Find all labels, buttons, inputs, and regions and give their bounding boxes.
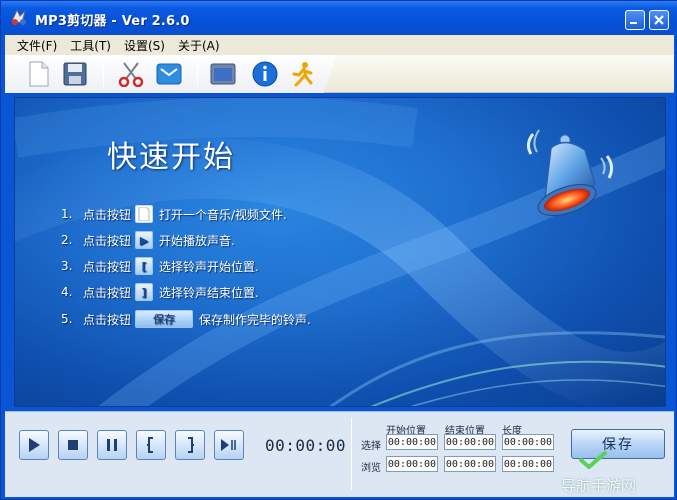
start-bracket-icon: [ <box>135 257 154 275</box>
step-description: 选择铃声开始位置. <box>159 259 259 274</box>
select-end-field[interactable]: 00:00:00 <box>444 434 496 450</box>
toolbar-separator <box>103 61 104 87</box>
step-prefix: 点击按钮 <box>83 312 132 327</box>
exit-button[interactable] <box>289 60 317 88</box>
step-prefix: 点击按钮 <box>83 233 132 248</box>
step-number: 5. <box>61 312 73 326</box>
step-description: 开始播放声音. <box>159 233 235 248</box>
menu-file[interactable]: 文件(F) <box>17 37 57 54</box>
minimize-icon <box>630 22 637 24</box>
save-sample-button: 保存 <box>135 310 194 328</box>
toolbar <box>5 55 674 93</box>
save-file-button[interactable] <box>61 60 89 88</box>
play-icon <box>29 438 40 452</box>
step-number: 4. <box>61 285 73 299</box>
menu-tools[interactable]: 工具(T) <box>70 37 111 54</box>
new-file-icon <box>29 61 49 87</box>
new-file-button[interactable] <box>25 60 53 88</box>
pause-icon <box>107 439 117 451</box>
play-selection-button[interactable] <box>214 430 244 460</box>
row-label-browse: 浏览 <box>361 463 381 474</box>
time-display: 00:00:00 <box>265 436 347 455</box>
play-icon: ▶ <box>135 231 154 249</box>
set-start-button[interactable] <box>136 430 166 460</box>
browse-end-field[interactable]: 00:00:00 <box>444 456 496 472</box>
close-button[interactable] <box>649 10 669 30</box>
step-5: 5. 点击按钮 保存 保存制作完毕的铃声. <box>61 308 311 330</box>
menu-bar: 文件(F) 工具(T) 设置(S) 关于(A) <box>5 35 674 55</box>
save-disk-icon <box>63 62 87 86</box>
browse-start-field[interactable]: 00:00:00 <box>386 456 438 472</box>
info-icon <box>252 61 278 87</box>
play-selection-icon <box>221 439 236 451</box>
info-button[interactable] <box>251 60 279 88</box>
start-bracket-icon <box>147 437 153 453</box>
window-icon <box>210 63 236 85</box>
step-number: 3. <box>61 259 73 273</box>
cut-button[interactable] <box>117 60 145 88</box>
step-number: 1. <box>61 207 73 221</box>
mail-button[interactable] <box>155 60 183 88</box>
play-button[interactable] <box>19 430 49 460</box>
end-bracket-icon <box>188 437 194 453</box>
step-1: 1. 点击按钮 打开一个音乐/视频文件. <box>61 203 287 225</box>
app-window: MP3剪切器 - Ver 2.6.0 文件(F) 工具(T) 设置(S) 关于(… <box>0 0 677 500</box>
select-start-field[interactable]: 00:00:00 <box>386 434 438 450</box>
step-number: 2. <box>61 233 73 247</box>
step-prefix: 点击按钮 <box>83 285 132 300</box>
stop-button[interactable] <box>58 430 88 460</box>
window-button[interactable] <box>209 60 237 88</box>
open-file-icon <box>135 205 154 223</box>
minimize-button[interactable] <box>625 10 645 30</box>
watermark-check-icon <box>579 451 607 469</box>
window-title: MP3剪切器 - Ver 2.6.0 <box>35 14 190 29</box>
step-prefix: 点击按钮 <box>83 207 132 222</box>
app-logo-icon <box>11 8 26 25</box>
title-bar[interactable]: MP3剪切器 - Ver 2.6.0 <box>1 1 677 35</box>
browse-length-field[interactable]: 00:00:00 <box>502 456 554 472</box>
step-4: 4. 点击按钮 ] 选择铃声结束位置. <box>61 281 259 303</box>
step-description: 打开一个音乐/视频文件. <box>159 207 287 222</box>
stop-icon <box>68 440 78 450</box>
scissors-icon <box>118 62 144 87</box>
close-icon <box>654 15 664 25</box>
menu-settings[interactable]: 设置(S) <box>124 37 165 54</box>
pause-button[interactable] <box>97 430 127 460</box>
step-3: 3. 点击按钮 [ 选择铃声开始位置. <box>61 255 259 277</box>
separator <box>351 418 352 490</box>
end-bracket-icon: ] <box>135 283 154 301</box>
toolbar-separator <box>197 61 198 87</box>
runner-icon <box>292 62 313 87</box>
row-label-select: 选择 <box>361 441 381 452</box>
step-2: 2. 点击按钮 ▶ 开始播放声音. <box>61 229 235 251</box>
quick-start-title: 快速开始 <box>107 140 235 175</box>
menu-about[interactable]: 关于(A) <box>178 37 220 54</box>
set-end-button[interactable] <box>175 430 205 460</box>
mail-icon <box>156 63 182 85</box>
quick-start-panel: 快速开始 1. 点击按钮 打开一个音乐/视频文件. 2. 点击按钮 ▶ 开始播放… <box>14 97 666 407</box>
select-length-field[interactable]: 00:00:00 <box>502 434 554 450</box>
bell-icon <box>526 129 614 216</box>
step-description: 保存制作完毕的铃声. <box>199 312 311 327</box>
step-prefix: 点击按钮 <box>83 259 132 274</box>
watermark-text: 导航手游网 <box>561 477 637 495</box>
step-description: 选择铃声结束位置. <box>159 285 259 300</box>
